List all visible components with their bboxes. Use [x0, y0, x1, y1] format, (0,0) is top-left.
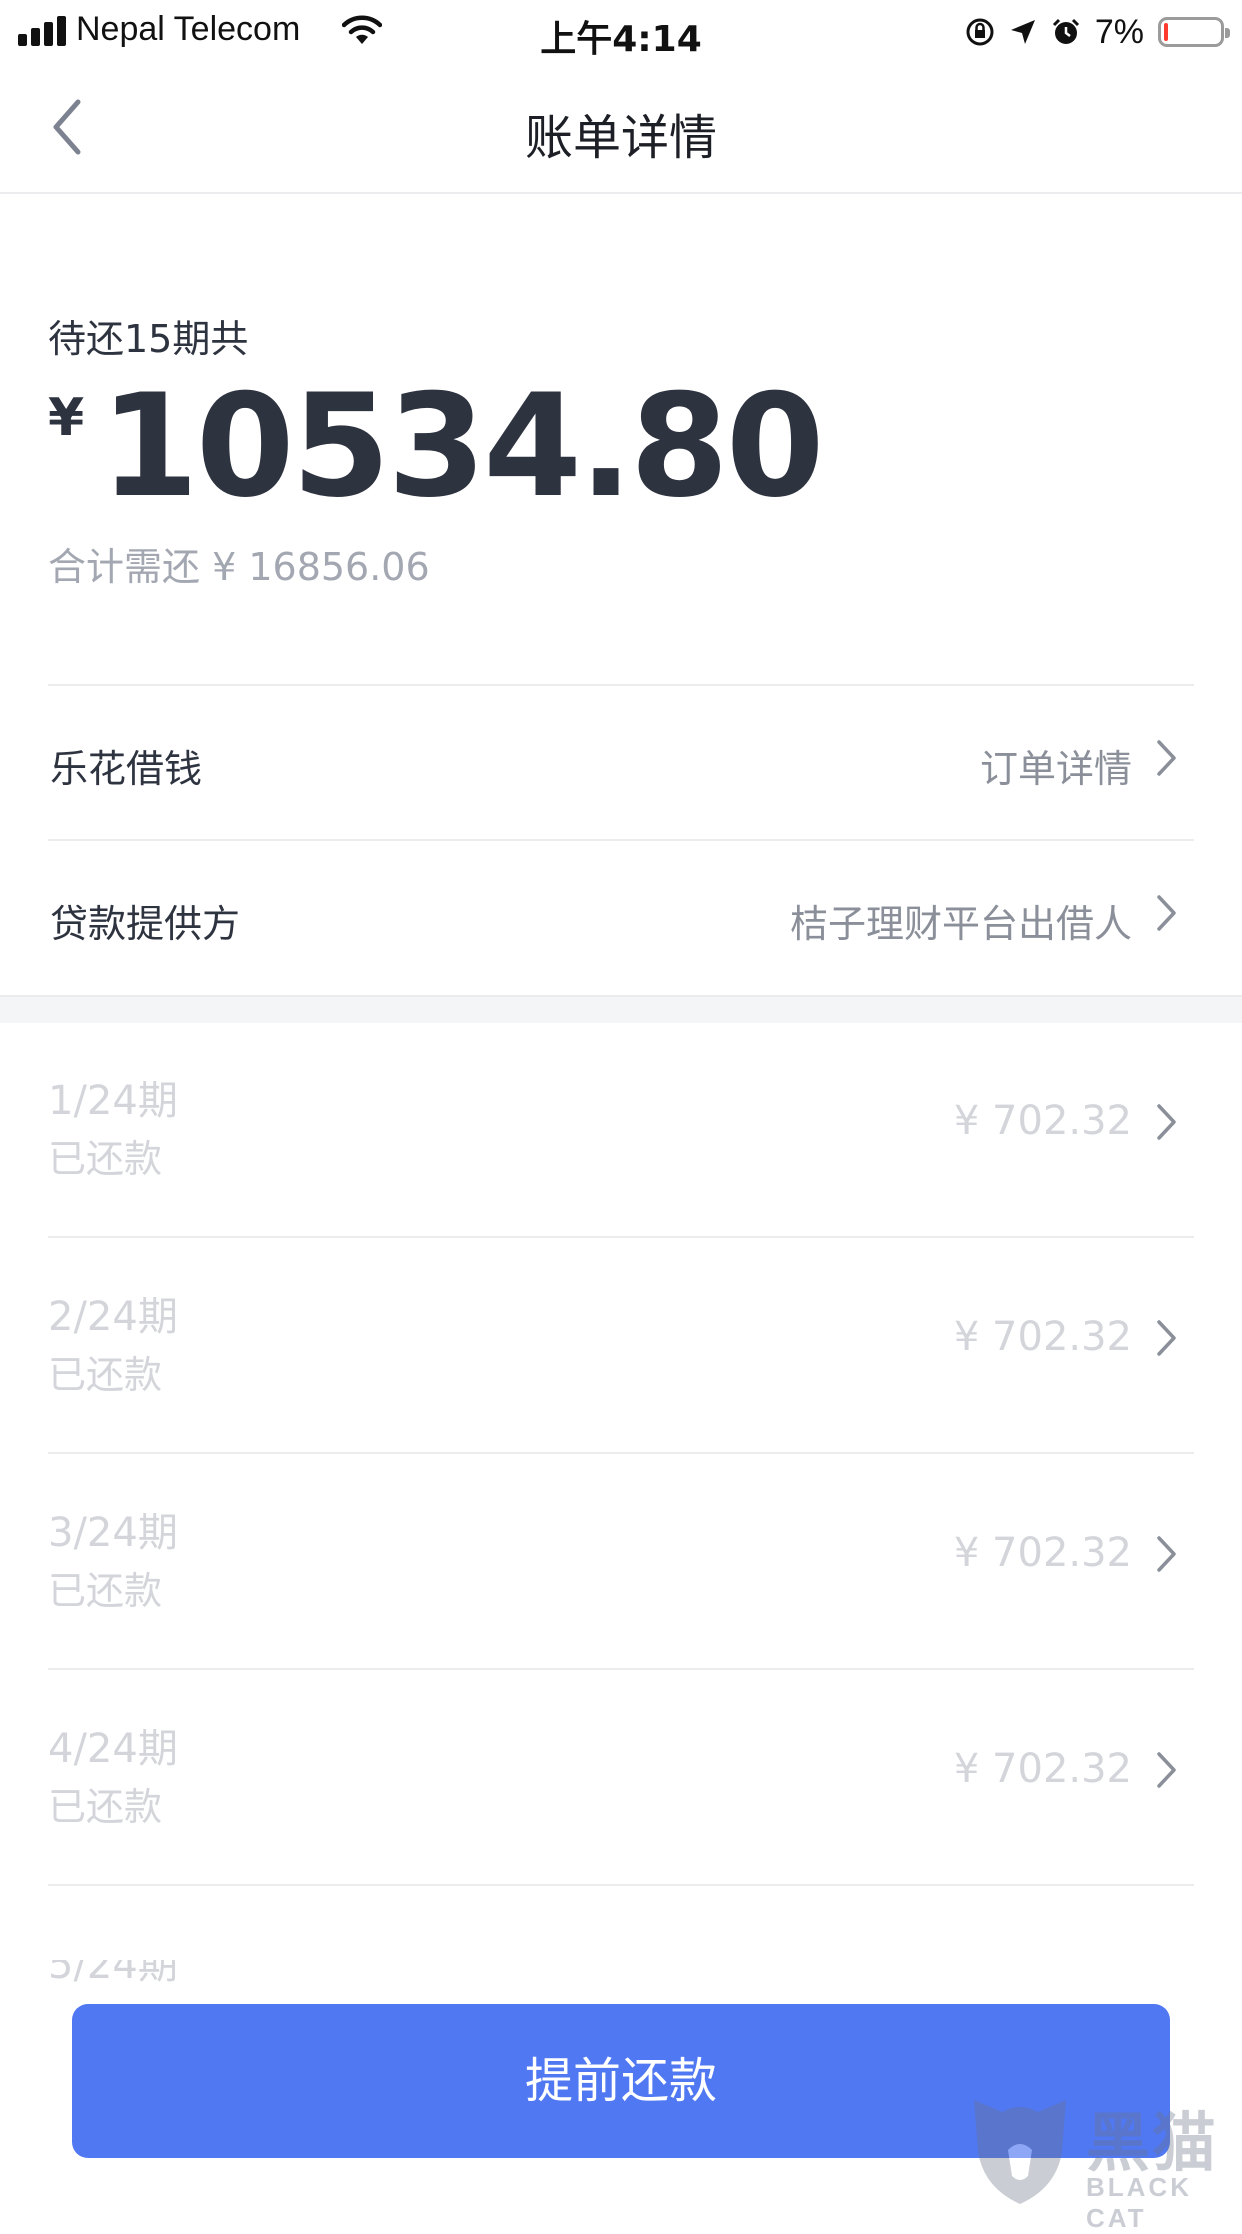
installment-row[interactable]: 4/24期 已还款 ¥ 702.32: [48, 1668, 1194, 1886]
watermark-text: 黑猫: [1086, 2107, 1218, 2181]
installment-status: 已还款: [48, 1785, 163, 1829]
amount-value: 10534.80: [100, 364, 825, 529]
chevron-right-icon: [1157, 1104, 1176, 1140]
installment-period: 4/24期: [48, 1726, 178, 1772]
nav-bar: 账单详情: [0, 62, 1242, 194]
installment-period: 1/24期: [48, 1078, 178, 1124]
location-icon: [1010, 20, 1035, 44]
alarm-icon: [1052, 18, 1079, 44]
info-row-lender[interactable]: 贷款提供方 桔子理财平台出借人: [48, 839, 1194, 995]
order-details-link[interactable]: 订单详情: [980, 738, 1132, 793]
chevron-right-icon: [1157, 895, 1176, 931]
section-divider: [0, 995, 1242, 1023]
installment-row[interactable]: 2/24期 已还款 ¥ 702.32: [48, 1236, 1194, 1454]
orientation-lock-icon: [966, 18, 994, 46]
installment-amount: ¥ 702.32: [953, 1314, 1132, 1360]
installment-amount: ¥ 702.32: [953, 1530, 1132, 1576]
battery-level: [1164, 23, 1168, 41]
battery-percent: 7%: [1094, 12, 1144, 51]
row-label: 乐花借钱: [50, 747, 203, 791]
chevron-right-icon: [1157, 1320, 1176, 1356]
installment-status: 已还款: [48, 1137, 163, 1181]
scroll-fade: [0, 1900, 1242, 1960]
chevron-right-icon: [1157, 1752, 1176, 1788]
installment-period: 3/24期: [48, 1510, 178, 1556]
watermark-subtext: BLACK CAT: [1086, 2172, 1192, 2233]
chevron-right-icon: [1157, 1536, 1176, 1572]
currency-symbol: ¥: [48, 388, 85, 448]
installment-amount: ¥ 702.32: [953, 1746, 1132, 1792]
total-due: 合计需还 ¥ 16856.06: [48, 545, 430, 589]
installment-status: 已还款: [48, 1569, 163, 1613]
installment-row[interactable]: 3/24期 已还款 ¥ 702.32: [48, 1452, 1194, 1670]
status-bar: Nepal Telecom 上午4:14 7%: [0, 0, 1242, 62]
lender-name[interactable]: 桔子理财平台出借人: [790, 893, 1132, 948]
installment-row[interactable]: 1/24期 已还款 ¥ 702.32: [48, 1020, 1194, 1238]
installment-period: 2/24期: [48, 1294, 178, 1340]
installment-amount: ¥ 702.32: [953, 1098, 1132, 1144]
battery-icon: [1158, 17, 1230, 47]
watermark-logo: 黑猫 BLACK CAT: [968, 2092, 1242, 2233]
chevron-right-icon: [1157, 740, 1176, 776]
installment-status: 已还款: [48, 1353, 163, 1397]
cat-shield-icon: [974, 2100, 1066, 2204]
row-label: 贷款提供方: [50, 902, 241, 946]
page-title: 账单详情: [524, 110, 717, 166]
info-row-product[interactable]: 乐花借钱 订单详情: [48, 684, 1194, 840]
pending-label: 待还15期共: [48, 317, 249, 361]
